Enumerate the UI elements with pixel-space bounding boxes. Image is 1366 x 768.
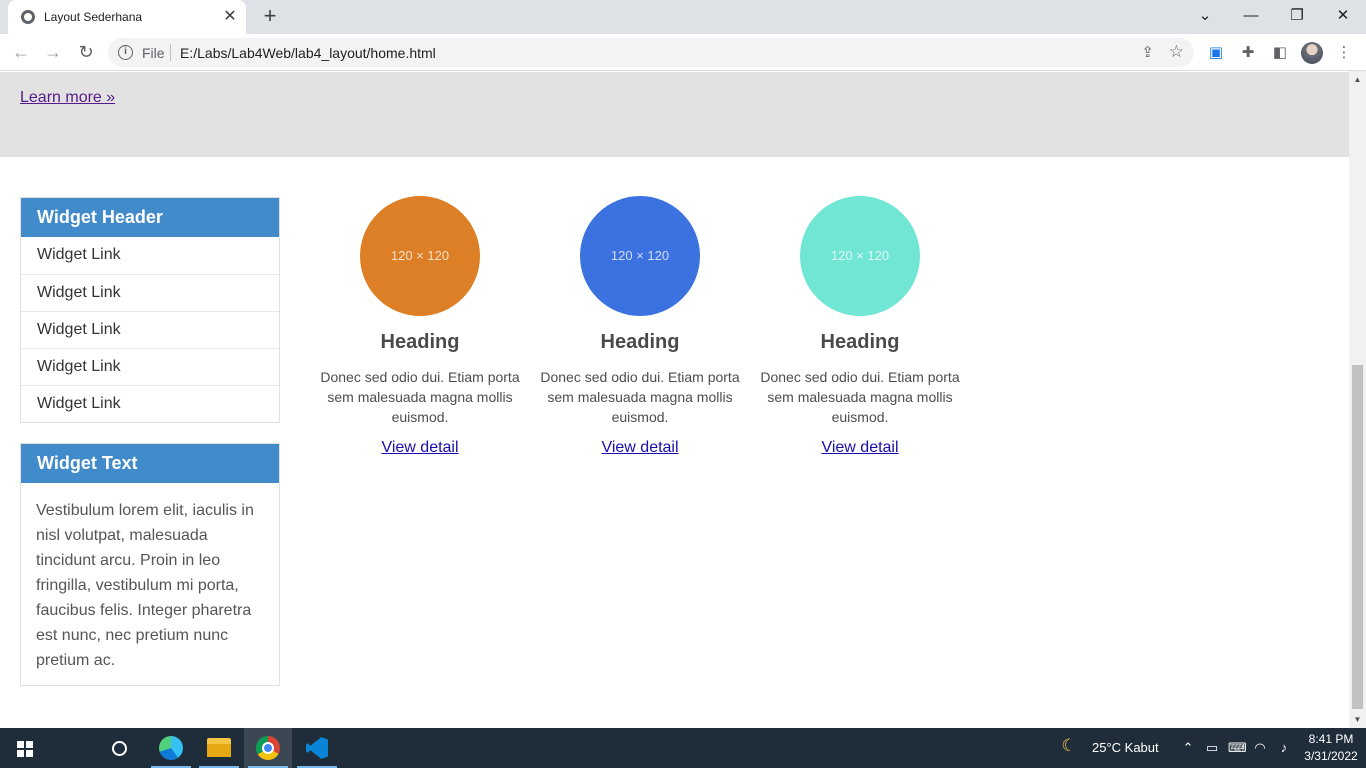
card-heading: Heading (820, 331, 900, 353)
placeholder-image: 120 × 120 (360, 196, 480, 316)
placeholder-image: 120 × 120 (800, 196, 920, 316)
taskbar-chrome[interactable] (244, 728, 292, 768)
widget-link[interactable]: Widget Link (21, 274, 279, 311)
scroll-up-arrow-icon[interactable]: ▲ (1349, 71, 1366, 88)
globe-icon (21, 10, 35, 24)
tab-title: Layout Sederhana (44, 10, 143, 24)
tab-search-dropdown-icon[interactable]: ⌄ (1190, 4, 1220, 28)
card-text: Donec sed odio dui. Etiam porta sem male… (320, 369, 520, 425)
minimize-button[interactable]: — (1236, 4, 1266, 28)
taskbar-edge[interactable] (147, 728, 195, 768)
site-info-icon[interactable]: i (118, 45, 133, 60)
widget-text-header: Widget Text (21, 444, 279, 483)
task-view-button[interactable] (96, 728, 224, 768)
share-icon[interactable]: ⇪ (1141, 43, 1154, 61)
start-button[interactable] (0, 728, 48, 768)
close-window-button[interactable]: ✕ (1328, 4, 1358, 28)
page-viewport: Learn more » Widget Header Widget Link W… (0, 72, 1349, 728)
profile-avatar[interactable] (1301, 42, 1323, 64)
feature-card: 120 × 120 Heading Donec sed odio dui. Et… (760, 196, 960, 457)
placeholder-label: 120 × 120 (610, 248, 670, 263)
new-tab-button[interactable]: + (258, 5, 282, 29)
feature-card: 120 × 120 Heading Donec sed odio dui. Et… (540, 196, 740, 457)
scrollbar-thumb[interactable] (1352, 365, 1363, 709)
card-text: Donec sed odio dui. Etiam porta sem male… (540, 369, 740, 425)
jumbotron: Learn more » (0, 72, 1349, 157)
wifi-icon[interactable]: ◠ (1252, 740, 1268, 756)
browser-tab-strip: Layout Sederhana ✕ + ⌄ — ❐ ✕ (0, 0, 1366, 34)
widget-link[interactable]: Widget Link (21, 237, 279, 274)
search-button[interactable] (48, 728, 127, 768)
card-heading: Heading (600, 331, 680, 353)
clock-time: 8:41 PM (1308, 732, 1354, 746)
widget-links: Widget Header Widget Link Widget Link Wi… (20, 197, 280, 423)
restore-button[interactable]: ❐ (1282, 4, 1312, 28)
scroll-down-arrow-icon[interactable]: ▼ (1349, 711, 1366, 728)
clock-date: 3/31/2022 (1304, 749, 1358, 763)
feature-card: 120 × 120 Heading Donec sed odio dui. Et… (320, 196, 520, 457)
reload-icon[interactable]: ↻ (74, 40, 98, 64)
tab-close-icon[interactable]: ✕ (220, 7, 240, 27)
extensions-puzzle-icon[interactable]: ✚ (1238, 43, 1258, 63)
view-detail-link[interactable]: View detail (381, 439, 458, 457)
windows-logo-icon (17, 741, 33, 757)
back-arrow-icon[interactable]: ← (9, 40, 33, 64)
chrome-icon (256, 736, 280, 760)
meet-now-icon[interactable]: ▭ (1204, 740, 1220, 756)
edge-icon (159, 736, 183, 760)
screen-cast-icon[interactable]: ▣ (1206, 43, 1226, 63)
view-detail-link[interactable]: View detail (821, 439, 898, 457)
side-panel-icon[interactable]: ◧ (1270, 43, 1290, 63)
volume-icon[interactable]: ♪ (1276, 740, 1292, 756)
card-heading: Heading (380, 331, 460, 353)
browser-toolbar: ← → ↻ i File E:/Labs/Lab4Web/lab4_layout… (0, 34, 1366, 71)
placeholder-image: 120 × 120 (580, 196, 700, 316)
widget-text-body: Vestibulum lorem elit, iaculis in nisl v… (36, 502, 254, 669)
weather-text[interactable]: 25°C Kabut (1092, 728, 1159, 768)
forward-arrow-icon[interactable]: → (41, 40, 65, 64)
widget-text: Widget Text Vestibulum lorem elit, iacul… (20, 443, 280, 686)
bookmark-star-icon[interactable]: ☆ (1169, 42, 1184, 62)
chevron-up-icon[interactable]: ⌃ (1180, 740, 1196, 756)
weather-moon-icon[interactable]: ☾ (1061, 737, 1077, 754)
windows-taskbar: ☾ 25°C Kabut ⌃ ▭ ⌨ ◠ ♪ 8:41 PM 3/31/2022 (0, 728, 1366, 768)
folder-icon (207, 738, 231, 757)
widget-header: Widget Header (21, 198, 279, 237)
address-bar[interactable]: i File E:/Labs/Lab4Web/lab4_layout/home.… (108, 38, 1194, 67)
ime-icon[interactable]: ⌨ (1228, 740, 1247, 756)
placeholder-label: 120 × 120 (390, 248, 450, 263)
view-detail-link[interactable]: View detail (601, 439, 678, 457)
placeholder-label: 120 × 120 (830, 248, 890, 263)
widget-link[interactable]: Widget Link (21, 311, 279, 348)
widget-link[interactable]: Widget Link (21, 348, 279, 385)
widget-link[interactable]: Widget Link (21, 385, 279, 422)
card-text: Donec sed odio dui. Etiam porta sem male… (760, 369, 960, 425)
browser-tab[interactable]: Layout Sederhana ✕ (8, 0, 246, 34)
vscode-icon (306, 737, 328, 759)
scheme-label: File (142, 45, 165, 61)
divider (170, 44, 171, 61)
menu-dots-icon[interactable]: ⋮ (1334, 43, 1354, 63)
taskbar-vscode[interactable] (293, 728, 341, 768)
url-text[interactable]: E:/Labs/Lab4Web/lab4_layout/home.html (180, 45, 436, 61)
learn-more-link[interactable]: Learn more » (20, 89, 115, 107)
taskbar-file-explorer[interactable] (195, 728, 243, 768)
taskbar-clock[interactable]: 8:41 PM 3/31/2022 (1300, 731, 1362, 765)
vertical-scrollbar[interactable]: ▲ ▼ (1349, 71, 1366, 728)
